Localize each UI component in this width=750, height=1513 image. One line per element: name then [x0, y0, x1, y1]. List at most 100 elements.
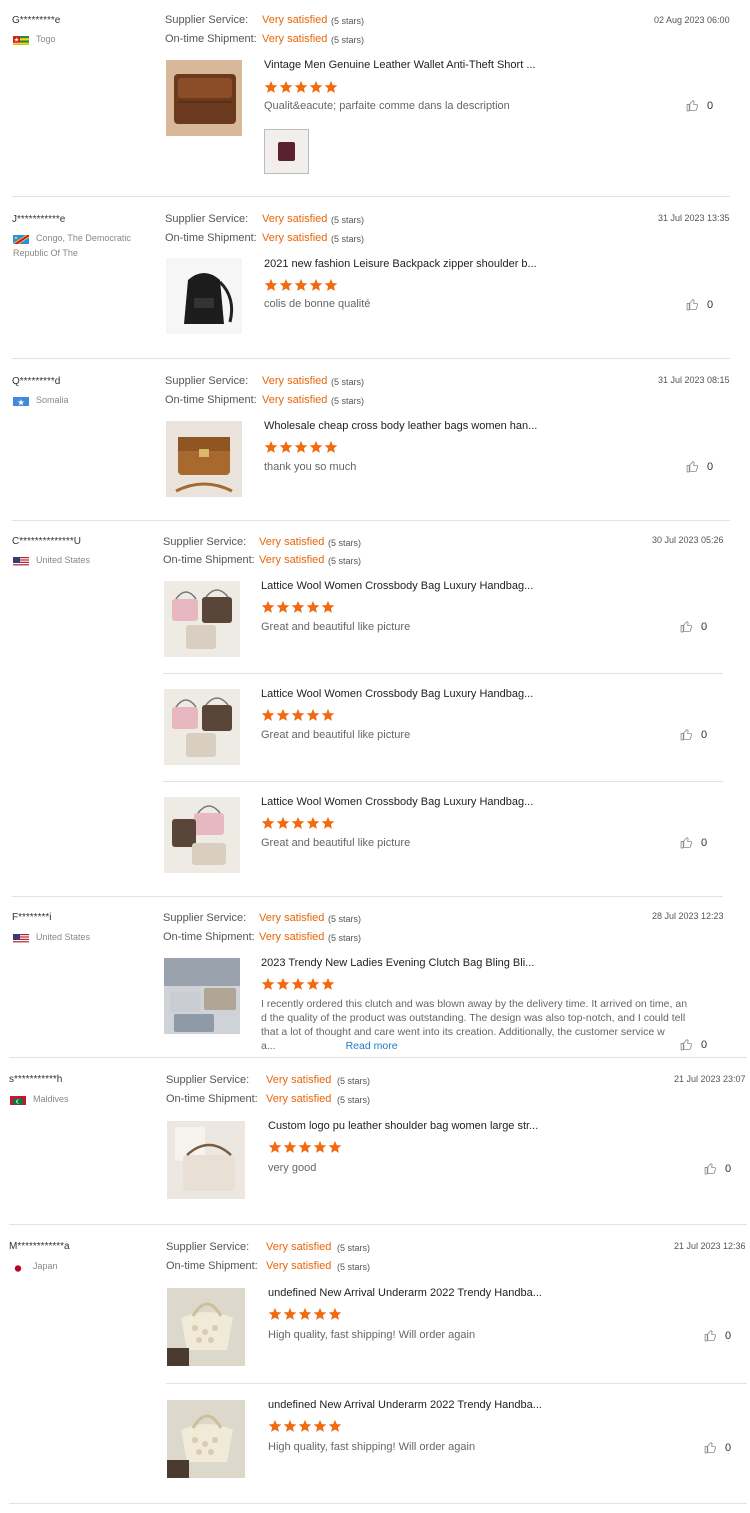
ontime-shipment-value: Very satisfied [266, 1093, 332, 1105]
product-thumbnail[interactable] [166, 60, 242, 136]
product-thumbnail[interactable] [166, 421, 242, 497]
review-divider [12, 196, 730, 197]
product-title[interactable]: undefined New Arrival Underarm 2022 Tren… [268, 1399, 542, 1411]
review-comment: Great and beautiful like picture [261, 621, 411, 633]
supplier-service-label: Supplier Service: [166, 1241, 250, 1253]
rating-stars [268, 1140, 343, 1154]
review-photo[interactable] [264, 129, 309, 174]
ontime-shipment-value: Very satisfied [262, 232, 328, 244]
product-thumbnail[interactable] [164, 797, 240, 873]
ontime-shipment-label: On-time Shipment: [166, 1093, 258, 1105]
product-title[interactable]: Lattice Wool Women Crossbody Bag Luxury … [261, 796, 533, 808]
japan-flag-icon [10, 1261, 26, 1272]
product-title[interactable]: 2021 new fashion Leisure Backpack zipper… [264, 258, 537, 270]
product-thumbnail[interactable] [167, 1400, 245, 1478]
star-icon [279, 278, 293, 291]
review-date: 31 Jul 2023 08:15 [658, 375, 730, 385]
star-icon [324, 80, 338, 93]
product-thumbnail[interactable] [164, 689, 240, 765]
review-date: 28 Jul 2023 12:23 [652, 911, 724, 921]
star-icon [306, 600, 320, 613]
reviewer-name: G*********e [12, 15, 61, 26]
product-thumbnail[interactable] [164, 958, 240, 1034]
star-icon [306, 977, 320, 990]
supplier-service-label: Supplier Service: [165, 375, 249, 387]
like-button[interactable]: 0 [704, 1329, 731, 1342]
reviewer-name: C**************U [12, 536, 81, 547]
supplier-service-label: Supplier Service: [163, 536, 247, 548]
product-thumbnail[interactable] [167, 1288, 245, 1366]
product-title[interactable]: Lattice Wool Women Crossbody Bag Luxury … [261, 580, 533, 592]
reviewer-name: F********i [12, 912, 52, 923]
rating-stars [264, 278, 339, 292]
star-icon [328, 1140, 342, 1153]
star-icon [268, 1419, 282, 1432]
like-button[interactable]: 0 [686, 460, 713, 473]
like-count: 0 [701, 836, 708, 849]
like-button[interactable]: 0 [680, 1038, 707, 1051]
ontime-shipment-stars: (5 stars) [331, 396, 365, 406]
supplier-service-value: Very satisfied [266, 1074, 332, 1086]
star-icon [309, 440, 323, 453]
product-title[interactable]: undefined New Arrival Underarm 2022 Tren… [268, 1287, 542, 1299]
star-icon [313, 1140, 327, 1153]
product-title[interactable]: Custom logo pu leather shoulder bag wome… [268, 1120, 538, 1132]
like-count: 0 [725, 1441, 732, 1454]
product-thumbnail[interactable] [167, 1121, 245, 1199]
rating-stars [261, 708, 336, 722]
review-date: 21 Jul 2023 23:07 [674, 1074, 746, 1084]
product-thumbnail[interactable] [164, 581, 240, 657]
comment-line: d the quality of the product was outstan… [261, 1012, 686, 1024]
star-icon [306, 816, 320, 829]
star-icon [276, 708, 290, 721]
star-icon [279, 440, 293, 453]
product-thumbnail[interactable] [166, 258, 242, 334]
ontime-shipment-stars: (5 stars) [337, 1262, 371, 1272]
rating-stars [261, 816, 336, 830]
like-button[interactable]: 0 [704, 1162, 731, 1175]
ontime-shipment-label: On-time Shipment: [166, 1260, 258, 1272]
star-icon [283, 1140, 297, 1153]
product-title[interactable]: Vintage Men Genuine Leather Wallet Anti-… [264, 59, 536, 71]
reviewer-name: s***********h [9, 1074, 63, 1085]
star-icon [324, 278, 338, 291]
ontime-shipment-stars: (5 stars) [328, 933, 362, 943]
supplier-service-label: Supplier Service: [163, 912, 247, 924]
like-button[interactable]: 0 [686, 99, 713, 112]
thumbs-up-icon [680, 1039, 692, 1051]
like-button[interactable]: 0 [704, 1441, 731, 1454]
read-more-link[interactable]: Read more [346, 1040, 398, 1052]
product-title[interactable]: Lattice Wool Women Crossbody Bag Luxury … [261, 688, 533, 700]
star-icon [298, 1419, 312, 1432]
like-button[interactable]: 0 [680, 836, 707, 849]
review-comment: Great and beautiful like picture [261, 837, 411, 849]
like-button[interactable]: 0 [686, 298, 713, 311]
review-comment: colis de bonne qualité [264, 298, 371, 310]
star-icon [328, 1419, 342, 1432]
reviewer-country: Maldives [33, 1094, 69, 1104]
comment-line: I recently ordered this clutch and was b… [261, 998, 688, 1010]
thumbs-up-icon [680, 729, 692, 741]
togo-flag-icon [13, 34, 29, 45]
supplier-service-label: Supplier Service: [166, 1074, 250, 1086]
star-icon [328, 1307, 342, 1320]
product-title[interactable]: Wholesale cheap cross body leather bags … [264, 420, 537, 432]
reviewer-name: J***********e [12, 214, 66, 225]
comment-line: that a lot of thought and care went into… [261, 1026, 665, 1038]
rating-stars [268, 1307, 343, 1321]
star-icon [321, 816, 335, 829]
ontime-shipment-stars: (5 stars) [337, 1095, 371, 1105]
like-count: 0 [701, 728, 708, 741]
like-button[interactable]: 0 [680, 620, 707, 633]
star-icon [268, 1140, 282, 1153]
thumbs-up-icon [704, 1330, 716, 1342]
like-count: 0 [701, 620, 708, 633]
star-icon [294, 278, 308, 291]
reviewer-country: Togo [36, 34, 56, 44]
like-count: 0 [725, 1329, 732, 1342]
product-title[interactable]: 2023 Trendy New Ladies Evening Clutch Ba… [261, 957, 534, 969]
star-icon [294, 440, 308, 453]
star-icon [324, 440, 338, 453]
star-icon [313, 1307, 327, 1320]
like-button[interactable]: 0 [680, 728, 707, 741]
